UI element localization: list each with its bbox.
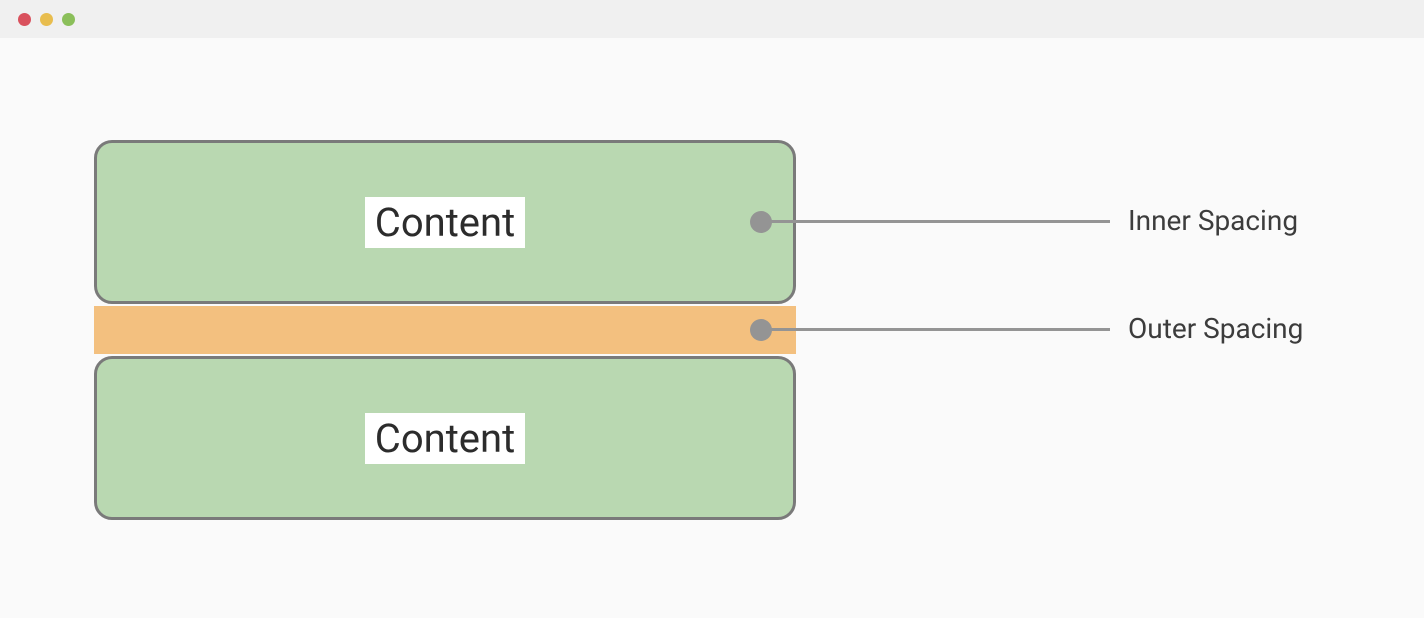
outer-spacing-label: Outer Spacing xyxy=(1128,312,1303,345)
window-close-button[interactable] xyxy=(18,13,31,26)
window-zoom-button[interactable] xyxy=(62,13,75,26)
inner-spacing-marker-dot xyxy=(750,211,772,233)
outer-spacing-marker-dot xyxy=(750,319,772,341)
inner-spacing-label: Inner Spacing xyxy=(1128,204,1298,237)
window-titlebar xyxy=(0,0,1424,38)
content-box-bottom-label: Content xyxy=(365,413,525,464)
content-box-top: Content xyxy=(94,140,796,304)
content-box-bottom: Content xyxy=(94,356,796,520)
inner-spacing-leader-line xyxy=(770,220,1110,223)
outer-spacing-strip xyxy=(94,306,796,354)
window-minimize-button[interactable] xyxy=(40,13,53,26)
outer-spacing-leader-line xyxy=(770,328,1110,331)
content-box-top-label: Content xyxy=(365,197,525,248)
diagram-canvas: Content Content Inner Spacing Outer Spac… xyxy=(0,38,1424,618)
